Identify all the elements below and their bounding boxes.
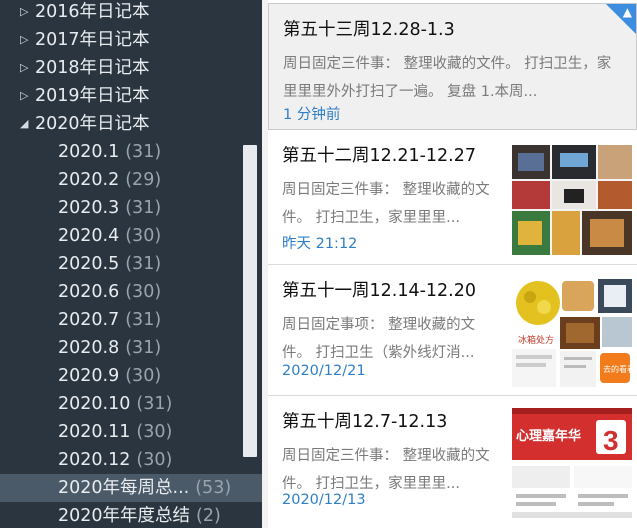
collapse-arrow-icon[interactable]: ◢	[20, 110, 35, 138]
note-snippet: 周日固定三件事： 整理收藏的文件。 打扫卫生，家里里里外外打扫了一遍。 复盘 1…	[283, 56, 612, 100]
note-item[interactable]: 第五十二周12.21-12.27 周日固定三件事： 整理收藏的文件。 打扫卫生，…	[268, 130, 637, 265]
note-snippet: 周日固定三件事： 整理收藏的文件。 打扫卫生，家里里里...	[282, 182, 490, 226]
tree-item-label: 2020.6	[58, 282, 120, 302]
note-snippet: 周日固定三件事： 整理收藏的文件。 打扫卫生，家里里里...	[282, 448, 490, 492]
expand-arrow-icon[interactable]: ▷	[20, 0, 35, 26]
note-thumbnail: 心理嘉年华 3	[512, 408, 632, 518]
tree-item-2020-11[interactable]: 2020.11 (30)	[0, 418, 262, 446]
tree-item-2020-6[interactable]: 2020.6 (30)	[0, 278, 262, 306]
tree-item-label: 2020.7	[58, 310, 120, 330]
tree-item-2020-7[interactable]: 2020.7 (31)	[0, 306, 262, 334]
note-item[interactable]: 第五十一周12.14-12.20 周日固定事项： 整理收藏的文件。 打扫卫生（紫…	[268, 265, 637, 396]
note-time: 2020/12/13	[282, 492, 366, 508]
tree-item-2018[interactable]: ▷ 2018年日记本	[0, 54, 262, 82]
tree-item-2017[interactable]: ▷ 2017年日记本	[0, 26, 262, 54]
tree-item-2020-9[interactable]: 2020.9 (30)	[0, 362, 262, 390]
tree-item-2016[interactable]: ▷ 2016年日记本	[0, 0, 262, 26]
tree-item-annual-summary[interactable]: 2020年年度总结 (2)	[0, 502, 262, 528]
note-thumbnail: 冰箱处方 去的看看	[512, 277, 632, 387]
tree-item-2020-4[interactable]: 2020.4 (30)	[0, 222, 262, 250]
tree-item-label: 2020.5	[58, 254, 120, 274]
note-count: (30)	[136, 450, 173, 470]
sidebar-scrollbar-thumb[interactable]	[243, 145, 257, 457]
thumb-number-text: 3	[603, 425, 619, 456]
note-thumbnail	[512, 145, 632, 255]
tree-item-label: 2020.11	[58, 422, 131, 442]
note-count: (30)	[125, 366, 162, 386]
note-count: (53)	[195, 478, 232, 498]
tree-item-2020[interactable]: ◢ 2020年日记本	[0, 110, 262, 138]
note-title: 第五十一周12.14-12.20	[282, 281, 477, 301]
tree-item-2020-12[interactable]: 2020.12 (30)	[0, 446, 262, 474]
expand-arrow-icon[interactable]: ▷	[20, 26, 35, 54]
up-arrow-icon: ▲	[622, 5, 632, 19]
tree-item-label: 2020.1	[58, 142, 120, 162]
tree-item-label: 2020.2	[58, 170, 120, 190]
tree-item-label: 2017年日记本	[35, 30, 150, 50]
thumb-label-text: 冰箱处方	[518, 334, 554, 345]
note-snippet: 周日固定事项： 整理收藏的文件。 打扫卫生（紫外线灯消...	[282, 317, 476, 361]
tree-item-label: 2020年年度总结	[58, 506, 191, 526]
tree-item-2020-2[interactable]: 2020.2 (29)	[0, 166, 262, 194]
note-item[interactable]: 第五十三周12.28-1.3 周日固定三件事： 整理收藏的文件。 打扫卫生，家里…	[268, 3, 637, 130]
tree-item-label: 2020年每周总...	[58, 478, 190, 498]
tree-item-label: 2020.10	[58, 394, 131, 414]
note-count: (2)	[196, 506, 221, 526]
note-count: (31)	[136, 394, 173, 414]
note-title: 第五十周12.7-12.13	[282, 412, 448, 432]
note-time: 1 分钟前	[283, 107, 341, 123]
webpage-screenshot-image: 心理嘉年华 3	[512, 408, 632, 518]
notebook-sidebar: ▷ 2016年日记本 ▷ 2017年日记本 ▷ 2018年日记本 ▷ 2019年日记本 …	[0, 0, 262, 528]
tree-item-2020-10[interactable]: 2020.10 (31)	[0, 390, 262, 418]
photo-collage-image	[512, 145, 632, 255]
note-count: (31)	[125, 142, 162, 162]
note-count: (31)	[125, 338, 162, 358]
note-time: 2020/12/21	[282, 363, 366, 379]
thumb-badge-text: 去的看看	[603, 364, 632, 374]
tree-item-label: 2020.12	[58, 450, 131, 470]
note-item[interactable]: 第五十周12.7-12.13 周日固定三件事： 整理收藏的文件。 打扫卫生，家里…	[268, 396, 637, 528]
tree-item-2019[interactable]: ▷ 2019年日记本	[0, 82, 262, 110]
note-time: 昨天 21:12	[282, 236, 358, 252]
tree-item-2020-1[interactable]: 2020.1 (31)	[0, 138, 262, 166]
expand-arrow-icon[interactable]: ▷	[20, 82, 35, 110]
note-title: 第五十二周12.21-12.27	[282, 146, 477, 166]
tree-item-label: 2020.9	[58, 366, 120, 386]
tree-item-2020-5[interactable]: 2020.5 (31)	[0, 250, 262, 278]
thumb-banner-text: 心理嘉年华	[516, 428, 581, 443]
note-count: (29)	[125, 170, 162, 190]
tree-item-label: 2020.4	[58, 226, 120, 246]
tree-item-2020-3[interactable]: 2020.3 (31)	[0, 194, 262, 222]
expand-arrow-icon[interactable]: ▷	[20, 54, 35, 82]
note-count: (31)	[125, 254, 162, 274]
tree-item-label: 2020.3	[58, 198, 120, 218]
tree-item-label: 2019年日记本	[35, 86, 150, 106]
note-title: 第五十三周12.28-1.3	[283, 20, 455, 40]
tree-item-label: 2016年日记本	[35, 2, 150, 22]
tree-item-label: 2018年日记本	[35, 58, 150, 78]
food-collage-image: 冰箱处方 去的看看	[512, 277, 632, 387]
note-count: (30)	[136, 422, 173, 442]
note-count: (31)	[125, 310, 162, 330]
note-count: (30)	[125, 282, 162, 302]
note-list: 第五十三周12.28-1.3 周日固定三件事： 整理收藏的文件。 打扫卫生，家里…	[268, 0, 637, 528]
note-count: (30)	[125, 226, 162, 246]
tree-item-label: 2020年日记本	[35, 114, 150, 134]
tree-item-label: 2020.8	[58, 338, 120, 358]
note-count: (31)	[125, 198, 162, 218]
tree-item-2020-8[interactable]: 2020.8 (31)	[0, 334, 262, 362]
tree-item-weekly-summary[interactable]: 2020年每周总... (53)	[0, 474, 262, 502]
